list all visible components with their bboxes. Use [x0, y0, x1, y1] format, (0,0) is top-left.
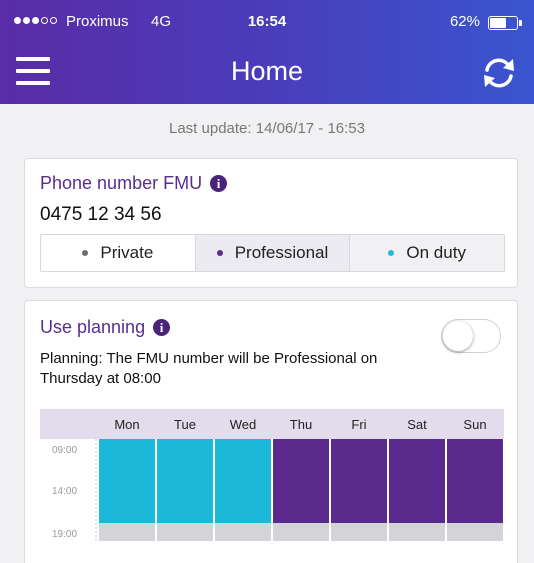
- battery-icon: [488, 16, 518, 30]
- off-hours-cell-tue: [157, 523, 213, 541]
- info-icon[interactable]: i: [210, 175, 228, 192]
- off-hours-cell-mon: [99, 523, 155, 541]
- time-label: 19:00: [52, 529, 77, 540]
- planning-note: Planning: The FMU number will be Profess…: [40, 350, 378, 387]
- planning-card-header: Use planning i: [40, 317, 171, 338]
- schedule-cell-wed: [215, 439, 271, 523]
- schedule-cell-tue: [157, 439, 213, 523]
- status-option-label: Professional: [234, 243, 329, 262]
- refresh-icon[interactable]: [480, 54, 518, 92]
- private-bullet-icon: [82, 250, 89, 256]
- schedule-cell-mon: [99, 439, 155, 523]
- main-content: Last update: 14/06/17 - 16:53 Phone numb…: [0, 104, 534, 563]
- off-hours-cell-thu: [273, 523, 329, 541]
- status-option-professional[interactable]: Professional: [194, 235, 350, 271]
- schedule-cell-thu: [273, 439, 329, 523]
- page-title: Home: [230, 56, 304, 86]
- status-bar: Proximus 4G 16:54 62%: [0, 0, 534, 46]
- planning-card-title: Use planning: [40, 317, 146, 337]
- day-label-mon: Mon: [114, 417, 139, 432]
- planning-card: Use planning i Planning: The FMU number …: [24, 300, 518, 563]
- day-label-tue: Tue: [174, 417, 196, 432]
- day-label-sat: Sat: [407, 417, 427, 432]
- day-label-fri: Fri: [351, 417, 366, 432]
- off-hours-cell-sat: [389, 523, 445, 541]
- off-hours-cell-sun: [447, 523, 503, 541]
- day-label-sun: Sun: [463, 417, 486, 432]
- schedule-cell-sat: [389, 439, 445, 523]
- info-icon[interactable]: i: [153, 319, 171, 336]
- grid-header-bg: [40, 409, 504, 439]
- weekly-schedule-grid[interactable]: Mon Tue Wed Thu Fri Sat Sun 09:00 14:00 19:00: [40, 409, 504, 543]
- day-label-thu: Thu: [290, 417, 312, 432]
- time-label: 09:00: [52, 445, 77, 456]
- schedule-cell-sun: [447, 439, 503, 523]
- toggle-knob: [443, 321, 473, 351]
- off-hours-cell-fri: [331, 523, 387, 541]
- status-segmented-control: Private Professional On duty: [40, 234, 505, 272]
- battery-level: [490, 18, 506, 28]
- battery-percentage: 62%: [449, 13, 480, 30]
- phone-card-header: Phone number FMU i: [40, 173, 228, 194]
- day-label-wed: Wed: [230, 417, 257, 432]
- phone-number: 0475 12 34 56: [40, 204, 162, 225]
- phone-number-card: Phone number FMU i 0475 12 34 56 Private…: [24, 158, 518, 288]
- on-duty-bullet-icon: [388, 250, 395, 256]
- off-hours-cell-wed: [215, 523, 271, 541]
- time-label: 14:00: [52, 486, 77, 497]
- schedule-svg: Mon Tue Wed Thu Fri Sat Sun 09:00 14:00 19:00: [40, 409, 504, 541]
- status-option-on-duty[interactable]: On duty: [349, 235, 504, 271]
- status-option-private[interactable]: Private: [41, 235, 195, 271]
- professional-bullet-icon: [216, 250, 223, 256]
- battery-tip: [519, 20, 522, 26]
- schedule-cell-fri: [331, 439, 387, 523]
- use-planning-toggle[interactable]: [441, 319, 501, 353]
- last-update-text: Last update: 14/06/17 - 16:53: [169, 120, 365, 137]
- phone-card-title: Phone number FMU: [40, 173, 203, 193]
- app-header: Proximus 4G 16:54 62% Home: [0, 0, 534, 104]
- status-option-label: On duty: [406, 243, 466, 262]
- status-option-label: Private: [100, 243, 154, 262]
